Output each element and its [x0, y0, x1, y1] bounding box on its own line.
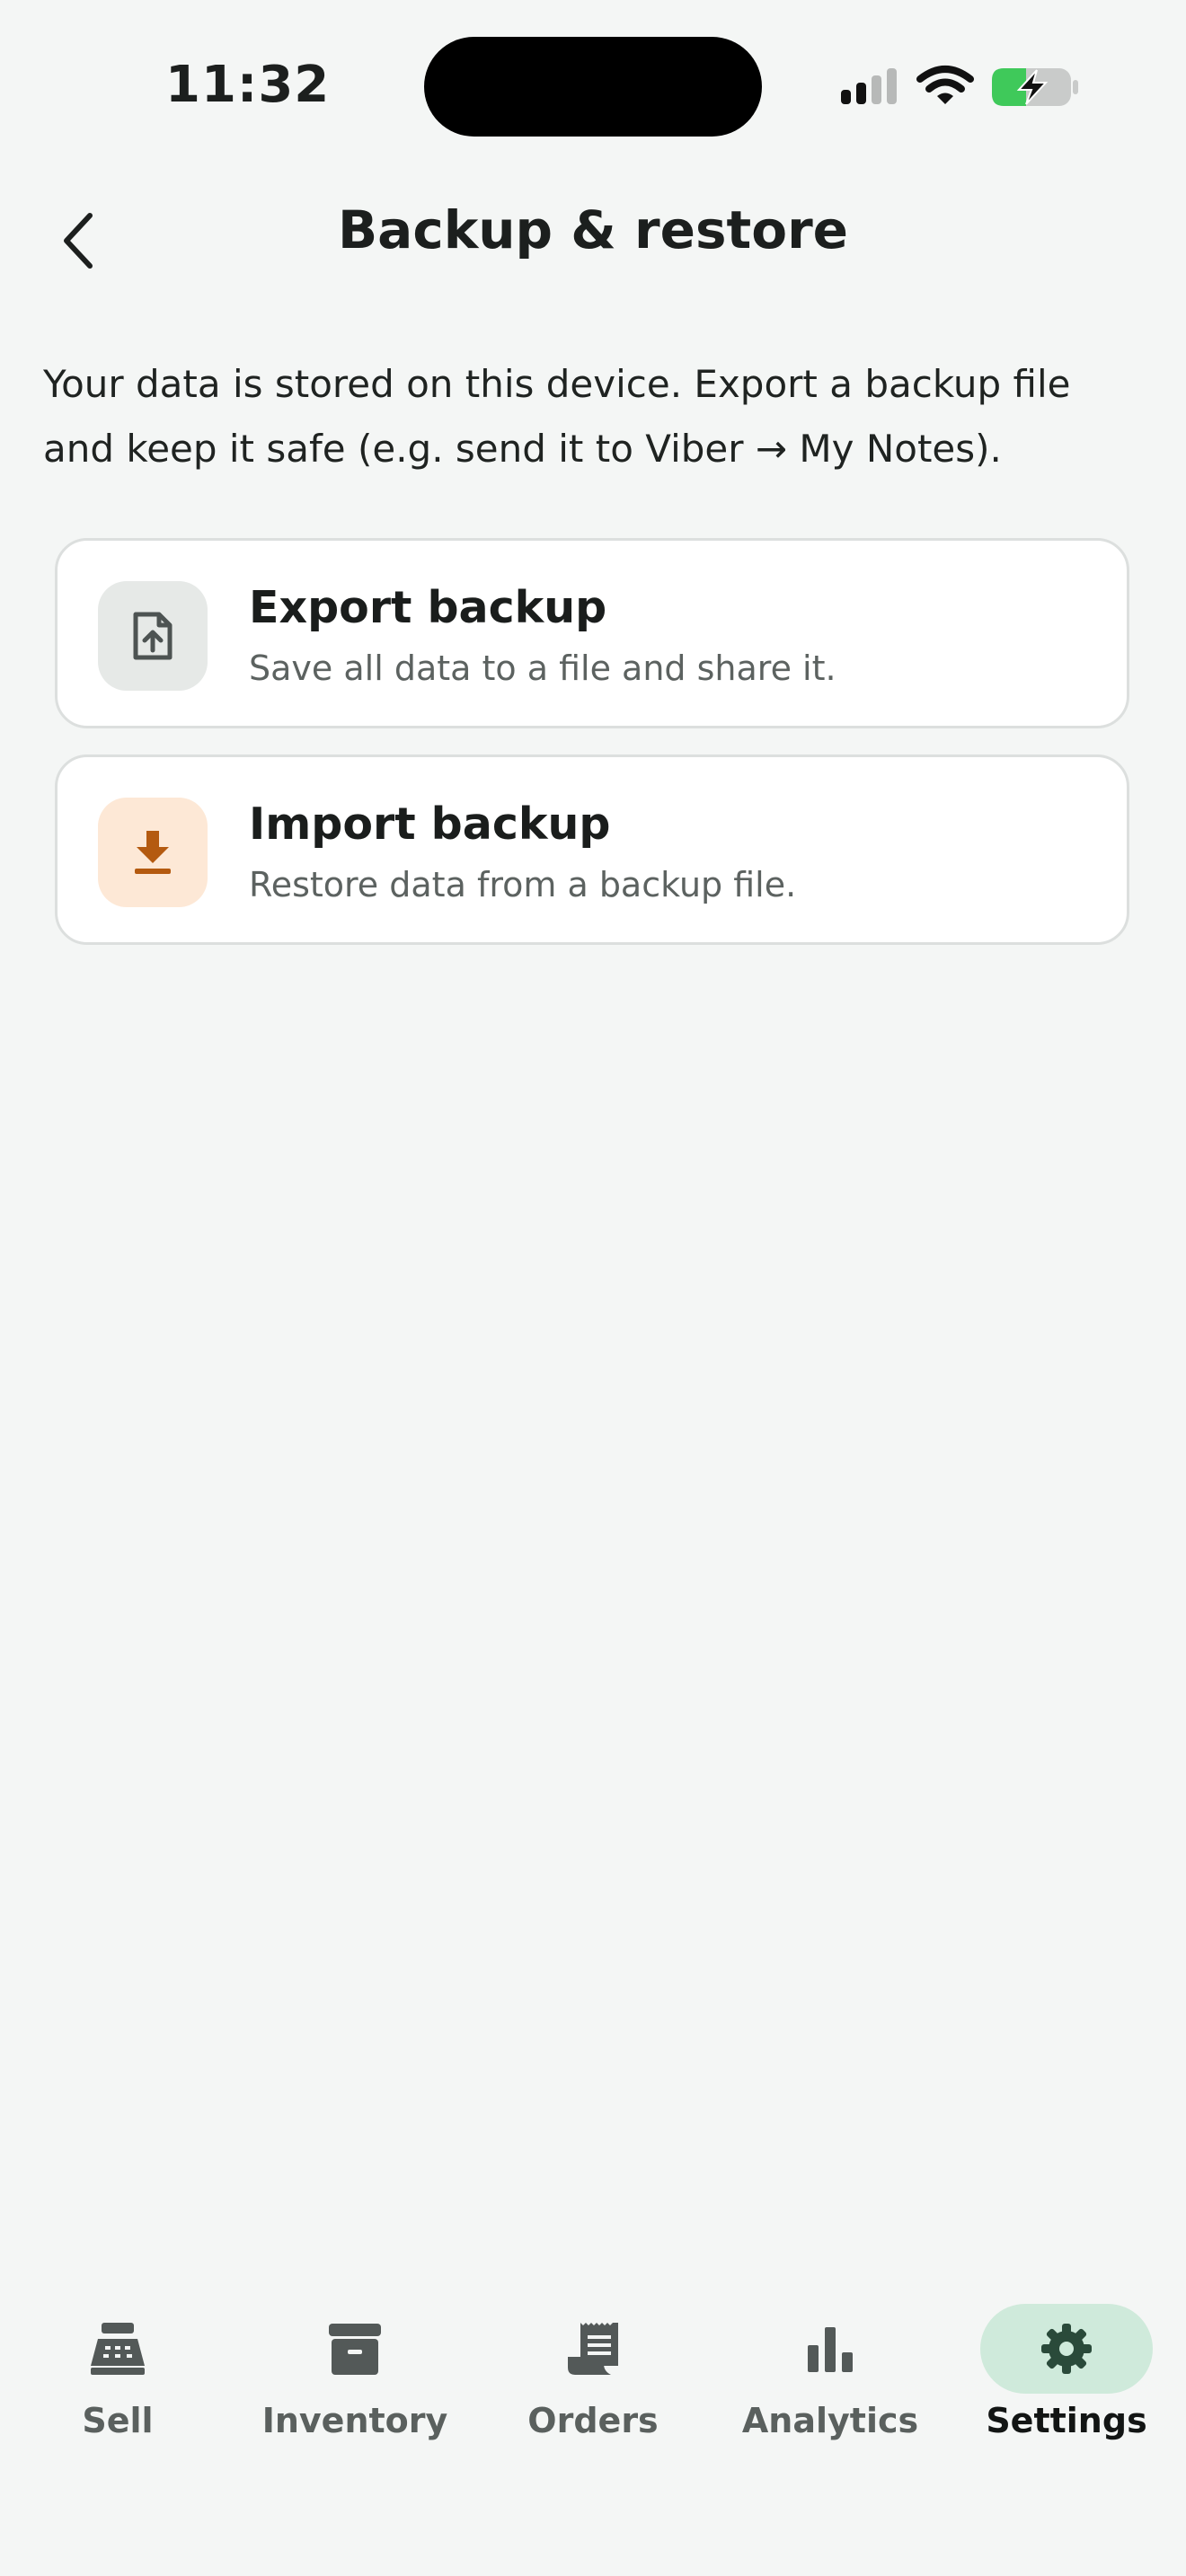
receipt-icon: [568, 2323, 618, 2375]
tab-inventory-label: Inventory: [261, 2401, 448, 2440]
tab-analytics-icon-wrap: [745, 2304, 916, 2394]
intro-text: Your data is stored on this device. Expo…: [43, 362, 1071, 471]
tab-orders-icon-wrap: [508, 2304, 678, 2394]
bottom-tab-bar: Sell Inventory Orders Analytics Settings: [0, 2281, 1186, 2461]
file-upload-icon: [133, 612, 173, 660]
tab-inventory-icon-wrap: [270, 2304, 440, 2394]
import-backup-card[interactable]: Import backup Restore data from a backup…: [55, 754, 1129, 945]
page-title: Backup & restore: [337, 199, 849, 260]
tab-orders[interactable]: Orders: [508, 2281, 678, 2461]
import-icon-tile: [98, 798, 208, 907]
export-backup-subtitle: Save all data to a file and share it.: [249, 648, 836, 688]
import-backup-title: Import backup: [249, 798, 611, 850]
cash-register-icon: [91, 2323, 145, 2375]
battery-charging-icon: [992, 68, 1078, 106]
tab-inventory[interactable]: Inventory: [262, 2281, 447, 2461]
export-icon-tile: [98, 581, 208, 691]
tab-sell-label: Sell: [82, 2401, 154, 2440]
tab-settings-label: Settings: [986, 2401, 1147, 2440]
tab-orders-label: Orders: [527, 2401, 659, 2440]
tab-settings[interactable]: Settings: [980, 2281, 1153, 2461]
tab-analytics-label: Analytics: [741, 2401, 919, 2440]
wifi-icon: [916, 66, 974, 104]
tab-analytics[interactable]: Analytics: [741, 2281, 919, 2461]
export-backup-card[interactable]: Export backup Save all data to a file an…: [55, 538, 1129, 728]
status-bar: 11:32: [0, 0, 1186, 171]
cellular-signal-icon: [841, 68, 897, 104]
tab-sell-icon-wrap: [32, 2304, 203, 2394]
bar-chart-icon: [808, 2327, 853, 2372]
tab-sell[interactable]: Sell: [32, 2281, 203, 2461]
dynamic-island: [424, 37, 762, 137]
status-time: 11:32: [165, 56, 331, 114]
import-backup-subtitle: Restore data from a backup file.: [249, 865, 797, 904]
export-backup-title: Export backup: [249, 582, 607, 633]
archive-box-icon: [329, 2324, 381, 2375]
tab-settings-icon-wrap: [980, 2304, 1153, 2394]
gear-icon: [1041, 2324, 1092, 2374]
download-icon: [135, 831, 171, 874]
